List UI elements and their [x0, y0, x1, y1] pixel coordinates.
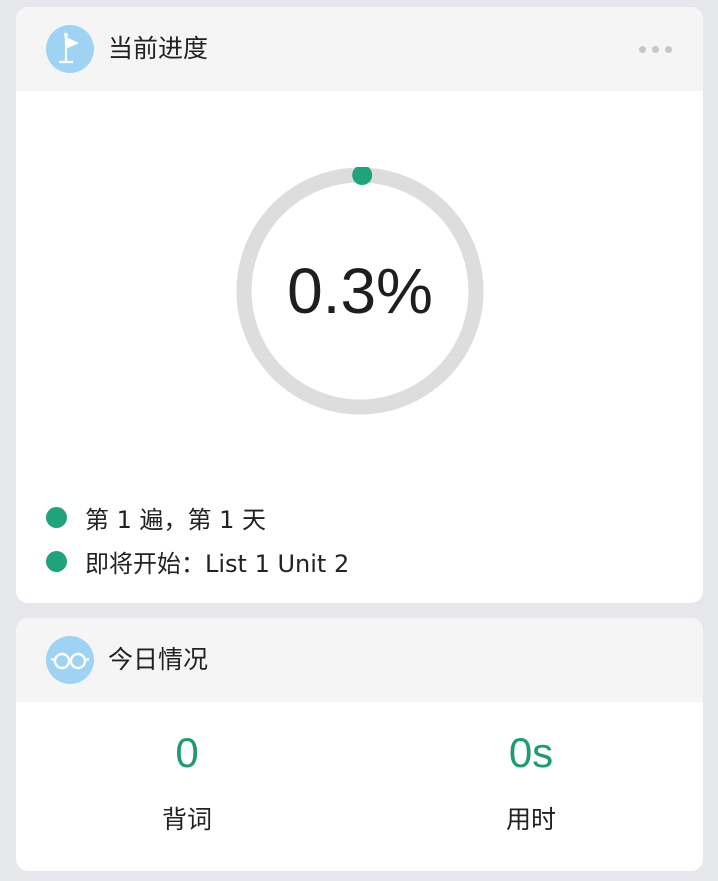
stat-words[interactable]: 0 背词	[87, 726, 287, 836]
progress-percent: 0.3%	[287, 255, 433, 327]
today-card-header: 今日情况	[16, 618, 703, 702]
stat-time-value: 0s	[508, 729, 554, 776]
progress-card-header: 当前进度	[16, 7, 703, 91]
progress-card-title: 当前进度	[108, 34, 209, 63]
status-dot	[46, 550, 67, 572]
status-text-next: 即将开始：List 1 Unit 2	[85, 549, 350, 578]
status-dot	[46, 506, 67, 528]
more-icon[interactable]	[637, 37, 673, 61]
progress-card: 当前进度 0.3% 第 1 遍，第 1 天 即将开始：List 1 Unit 2	[16, 7, 703, 603]
progress-ring: 0.3%	[236, 167, 484, 415]
glasses-icon	[46, 636, 94, 684]
stat-words-value: 0	[175, 729, 199, 776]
today-card: 今日情况 0 背词 0s 用时	[16, 618, 703, 871]
flag-icon	[46, 25, 94, 73]
status-line-round-day: 第 1 遍，第 1 天	[46, 501, 267, 534]
stat-time[interactable]: 0s 用时	[431, 726, 631, 836]
status-text-round-day: 第 1 遍，第 1 天	[85, 505, 267, 534]
stat-words-label: 背词	[161, 805, 212, 834]
status-line-next: 即将开始：List 1 Unit 2	[46, 545, 350, 578]
stat-time-label: 用时	[505, 805, 556, 834]
today-card-title: 今日情况	[108, 645, 209, 674]
